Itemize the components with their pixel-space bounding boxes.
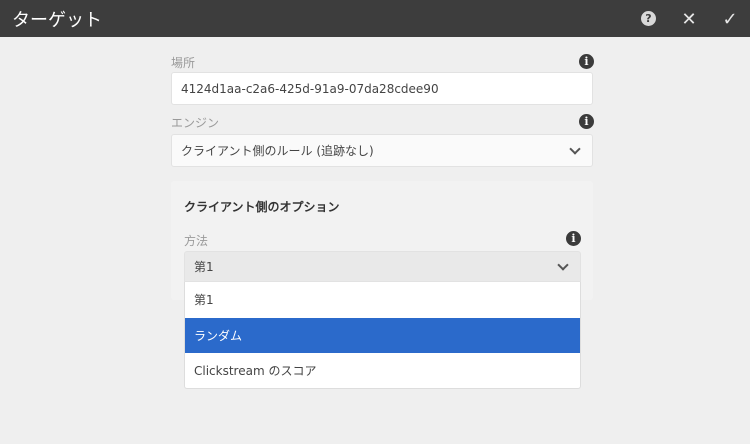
dialog-title: ターゲット [12,10,102,31]
method-dropdown-list: 第1 ランダム Clickstream のスコア [184,282,581,389]
chevron-down-icon [557,258,569,271]
engine-label: エンジン [171,116,220,130]
location-label: 場所 [171,56,196,70]
chevron-down-icon [569,142,581,155]
close-icon[interactable]: ✕ [679,9,699,30]
info-icon[interactable]: i [579,54,594,69]
method-label: 方法 [184,234,209,248]
engine-select-value: クライアント側のルール (追跡なし) [181,144,374,158]
client-options-title: クライアント側のオプション [184,200,340,214]
method-option-clickstream[interactable]: Clickstream のスコア [185,353,580,389]
location-input[interactable]: 4124d1aa-c2a6-425d-91a9-07da28cdee90 [171,72,593,105]
method-select[interactable]: 第1 [184,251,581,282]
method-option-random[interactable]: ランダム [185,317,580,353]
checkmark-icon[interactable]: ✓ [720,9,740,30]
dialog-header: ターゲット ? ✕ ✓ [0,0,750,37]
method-option-first[interactable]: 第1 [185,282,580,318]
info-icon[interactable]: i [566,231,581,246]
help-icon[interactable]: ? [641,11,656,26]
method-select-value: 第1 [194,260,214,274]
info-icon[interactable]: i [579,114,594,129]
engine-select[interactable]: クライアント側のルール (追跡なし) [171,134,593,167]
